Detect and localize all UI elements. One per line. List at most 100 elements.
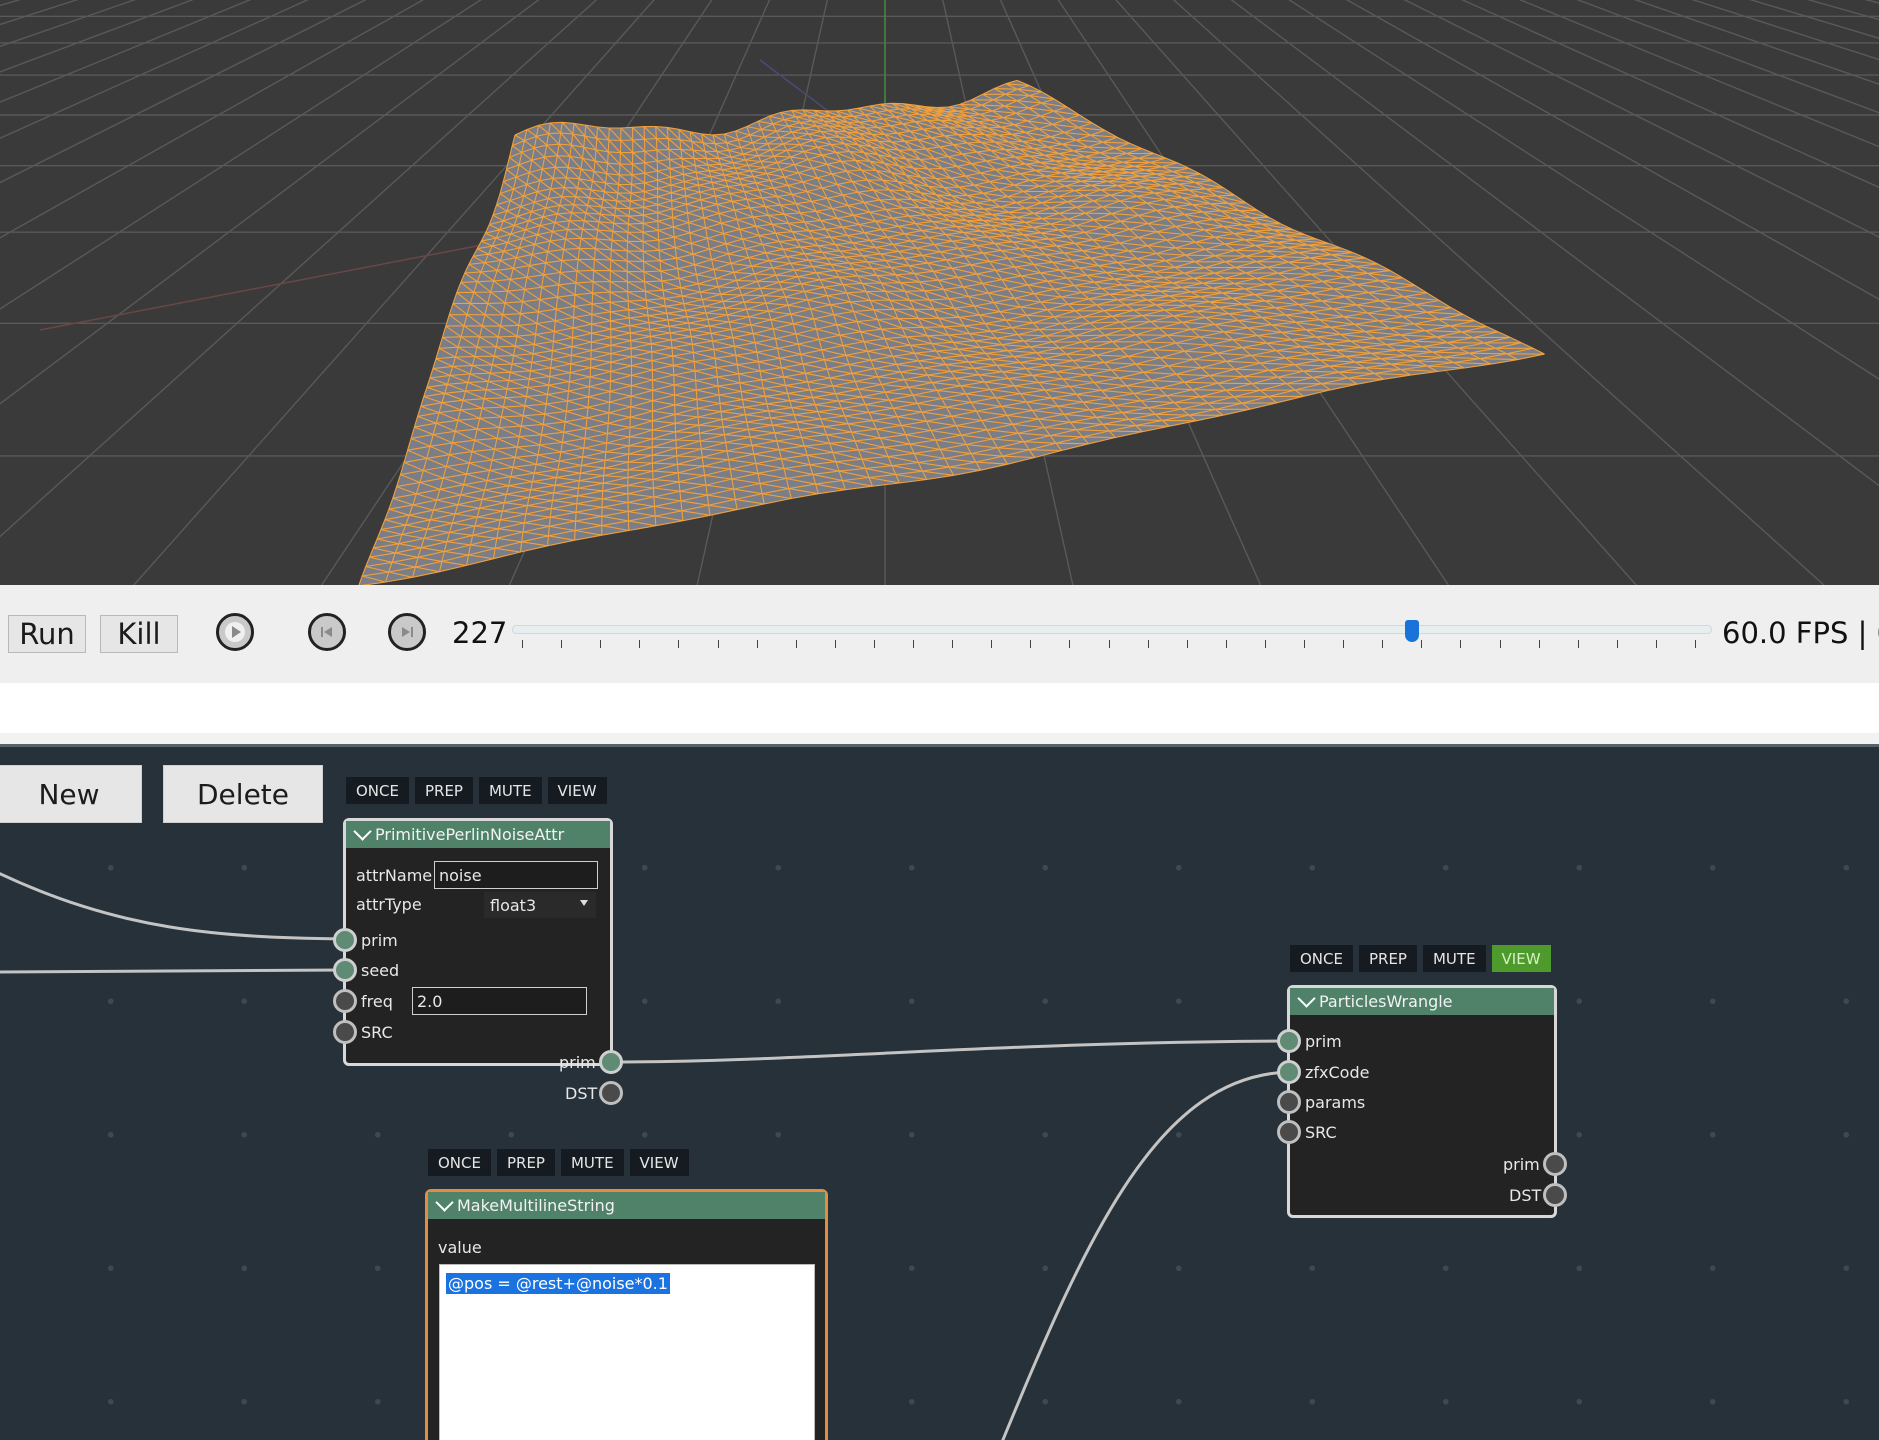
step-back-icon (321, 627, 332, 637)
terrain-mesh (358, 79, 1545, 585)
slider-tick (873, 640, 875, 648)
collapse-chevron-icon[interactable] (1297, 989, 1316, 1008)
slider-tick (561, 640, 563, 648)
node-title: ParticlesWrangle (1319, 992, 1453, 1011)
slider-tick (1264, 640, 1266, 648)
step-forward-icon (402, 627, 413, 637)
3d-viewport[interactable] (0, 0, 1879, 585)
input-label-params: params (1305, 1093, 1366, 1112)
wrangle-once-button[interactable]: ONCE (1290, 945, 1353, 972)
multiline-view-button[interactable]: VIEW (629, 1149, 689, 1176)
slider-tick (1069, 640, 1071, 648)
input-label-src: SRC (361, 1023, 393, 1042)
attrname-label: attrName (356, 866, 433, 885)
collapse-chevron-icon[interactable] (435, 1193, 454, 1212)
next-frame-button[interactable] (388, 613, 426, 651)
slider-tick (1225, 640, 1227, 648)
link-zfxcode (1001, 1070, 1289, 1440)
slider-track[interactable] (512, 625, 1712, 634)
slider-tick (1616, 640, 1618, 648)
perlin-once-button[interactable]: ONCE (346, 777, 409, 804)
dropdown-arrow-icon (580, 900, 588, 906)
slider-tick (522, 640, 523, 648)
run-button[interactable]: Run (8, 615, 86, 653)
slider-tick (678, 640, 680, 648)
slider-tick (756, 640, 758, 648)
input-label-src: SRC (1305, 1123, 1337, 1142)
slider-thumb[interactable] (1405, 620, 1419, 642)
slider-tick (1421, 640, 1423, 648)
wrangle-view-button[interactable]: VIEW (1491, 945, 1551, 972)
panel-splitter[interactable] (0, 733, 1879, 747)
slider-tick (1499, 640, 1501, 648)
selected-code-text[interactable]: @pos = @rest+@noise*0.1 (445, 1272, 671, 1295)
slider-tick (795, 640, 797, 648)
slider-tick (1108, 640, 1110, 648)
new-node-button[interactable]: New (0, 765, 142, 823)
socket-in-prim[interactable] (1277, 1029, 1301, 1053)
node-title-bar[interactable]: PrimitivePerlinNoiseAttr (346, 821, 610, 848)
play-icon (225, 622, 245, 642)
value-textarea[interactable]: @pos = @rest+@noise*0.1 (439, 1264, 815, 1440)
frame-slider[interactable] (512, 620, 1712, 670)
socket-in-src[interactable] (1277, 1120, 1301, 1144)
link-seed-in (0, 968, 345, 974)
node-title-bar[interactable]: MakeMultilineString (428, 1192, 825, 1219)
kill-button[interactable]: Kill (100, 615, 178, 653)
socket-in-src[interactable] (333, 1020, 357, 1044)
socket-out-dst[interactable] (1543, 1183, 1567, 1207)
wrangle-mute-button[interactable]: MUTE (1422, 945, 1486, 972)
prev-frame-button[interactable] (308, 613, 346, 651)
output-label-prim: prim (1503, 1155, 1540, 1174)
input-label-zfxcode: zfxCode (1305, 1063, 1370, 1082)
socket-in-seed[interactable] (333, 958, 357, 982)
slider-tick (913, 640, 914, 648)
multiline-once-button[interactable]: ONCE (428, 1149, 491, 1176)
freq-input[interactable]: 2.0 (412, 987, 587, 1015)
socket-in-freq[interactable] (333, 989, 357, 1013)
attrtype-select[interactable]: float3 (484, 892, 596, 918)
multiline-mute-button[interactable]: MUTE (560, 1149, 624, 1176)
slider-tick (1186, 640, 1188, 648)
delete-node-button[interactable]: Delete (163, 765, 323, 823)
play-button[interactable] (216, 613, 254, 651)
slider-tick (1655, 640, 1657, 648)
slider-tick (991, 640, 993, 648)
viewport-canvas[interactable] (0, 0, 1879, 585)
slider-tick (952, 640, 954, 648)
multiline-prep-button[interactable]: PREP (496, 1149, 555, 1176)
node-links (0, 872, 1289, 1440)
attrtype-label: attrType (356, 895, 422, 914)
socket-in-zfxcode[interactable] (1277, 1060, 1301, 1084)
status-bar (0, 683, 1879, 733)
link-prim-to-wrangle (610, 1039, 1289, 1064)
output-label-prim: prim (559, 1053, 596, 1072)
slider-tick (1538, 640, 1540, 648)
input-label-prim: prim (361, 931, 398, 950)
output-label-dst: DST (565, 1084, 598, 1103)
slider-tick (1382, 640, 1384, 648)
node-title: MakeMultilineString (457, 1196, 615, 1215)
socket-out-prim[interactable] (1543, 1152, 1567, 1176)
slider-tick (1030, 640, 1032, 648)
socket-in-prim[interactable] (333, 928, 357, 952)
node-title-bar[interactable]: ParticlesWrangle (1290, 988, 1554, 1015)
slider-tick (1577, 640, 1579, 648)
perlin-view-button[interactable]: VIEW (547, 777, 607, 804)
perlin-prep-button[interactable]: PREP (414, 777, 473, 804)
socket-out-prim[interactable] (599, 1050, 623, 1074)
input-label-seed: seed (361, 961, 400, 980)
socket-out-dst[interactable] (599, 1081, 623, 1105)
perlin-mute-button[interactable]: MUTE (478, 777, 542, 804)
node-editor[interactable]: New Delete ONCE PREP MUTE VIEW Primitive… (0, 747, 1879, 1440)
attrname-input[interactable]: noise (434, 861, 598, 889)
value-label: value (438, 1238, 482, 1257)
socket-in-params[interactable] (1277, 1090, 1301, 1114)
collapse-chevron-icon[interactable] (353, 822, 372, 841)
wrangle-prep-button[interactable]: PREP (1358, 945, 1417, 972)
slider-tick (1343, 640, 1345, 648)
slider-tick (834, 640, 836, 648)
slider-tick (1460, 640, 1462, 648)
perlin-options: ONCE PREP MUTE VIEW (346, 777, 607, 804)
multiline-options: ONCE PREP MUTE VIEW (428, 1149, 689, 1176)
